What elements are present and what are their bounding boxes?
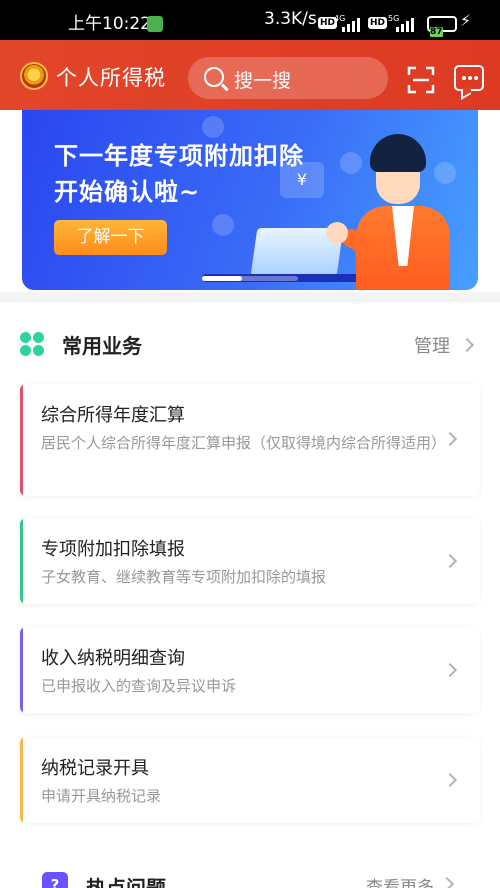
status-bar: 上午10:22 3.3K/s HD 4G HD 5G 87 ⚡ xyxy=(0,0,500,40)
search-bar[interactable]: 搜一搜 xyxy=(188,57,388,99)
app-notification-icon xyxy=(147,16,163,32)
charging-icon: ⚡ xyxy=(460,11,472,30)
chevron-right-icon xyxy=(442,772,458,788)
signal-icon-2 xyxy=(396,14,414,32)
card-title: 专项附加扣除填报 xyxy=(41,539,185,560)
view-more-link[interactable]: 查看更多 xyxy=(366,873,434,888)
service-card-tax-record[interactable]: 纳税记录开具 申请开具纳税记录 xyxy=(20,737,480,823)
clover-icon xyxy=(20,332,44,356)
card-accent xyxy=(20,627,23,713)
chevron-right-icon[interactable] xyxy=(459,337,475,353)
banner-line-2: 开始确认啦~ xyxy=(54,178,201,206)
app-header: 个人所得税 搜一搜 xyxy=(0,40,500,110)
card-title: 综合所得年度汇算 xyxy=(41,405,185,426)
network-speed: 3.3K/s xyxy=(264,9,317,29)
decor-bubble xyxy=(202,116,224,138)
signal-icon xyxy=(342,14,360,32)
promo-banner[interactable]: 下一年度专项附加扣除 开始确认啦~ 了解一下 ¥ xyxy=(22,110,478,290)
manage-link[interactable]: 管理 xyxy=(414,332,450,358)
tax-emblem-icon xyxy=(20,62,48,90)
decor-bubble xyxy=(212,214,234,236)
card-description: 申请开具纳税记录 xyxy=(41,787,162,805)
card-description: 子女教育、继续教育等专项附加扣除的填报 xyxy=(41,568,327,586)
service-card-income-query[interactable]: 收入纳税明细查询 已申报收入的查询及异议申诉 xyxy=(20,627,480,713)
banner-line-1: 下一年度专项附加扣除 xyxy=(54,142,304,170)
carousel-indicator xyxy=(202,276,298,281)
chevron-right-icon xyxy=(442,662,458,678)
service-card-special-deduction[interactable]: 专项附加扣除填报 子女教育、继续教育等专项附加扣除的填报 xyxy=(20,518,480,604)
app-title: 个人所得税 xyxy=(56,66,166,90)
search-placeholder: 搜一搜 xyxy=(234,70,292,92)
hot-questions-title: 热点问题 xyxy=(86,876,166,888)
card-title: 收入纳税明细查询 xyxy=(41,648,185,669)
person-illustration xyxy=(326,134,450,290)
question-icon: ? xyxy=(42,872,68,888)
scan-icon[interactable] xyxy=(407,66,435,94)
search-icon xyxy=(204,67,224,87)
card-title: 纳税记录开具 xyxy=(41,758,149,779)
service-card-annual-settlement[interactable]: 综合所得年度汇算 居民个人综合所得年度汇算申报（仅取得境内综合所得适用） xyxy=(20,384,480,496)
chevron-right-icon[interactable] xyxy=(439,876,455,888)
chevron-right-icon xyxy=(442,553,458,569)
learn-more-button[interactable]: 了解一下 xyxy=(54,220,167,255)
banner-headline: 下一年度专项附加扣除 开始确认啦~ xyxy=(54,138,304,210)
card-accent xyxy=(20,384,23,496)
message-icon[interactable] xyxy=(454,65,484,91)
house-yuan-icon: ¥ xyxy=(280,162,324,198)
battery-icon: 87 xyxy=(427,16,457,37)
section-divider xyxy=(0,292,500,302)
card-description: 居民个人综合所得年度汇算申报（仅取得境内综合所得适用） xyxy=(41,434,447,452)
card-accent xyxy=(20,737,23,823)
hot-questions-header: ? 热点问题 查看更多 xyxy=(0,866,500,888)
card-accent xyxy=(20,518,23,604)
section-title: 常用业务 xyxy=(62,334,142,358)
card-description: 已申报收入的查询及异议申诉 xyxy=(41,677,237,695)
common-services-header: 常用业务 管理 xyxy=(0,320,500,366)
hd-icon-2: HD xyxy=(368,17,388,29)
status-time: 上午10:22 xyxy=(68,14,151,34)
battery-level: 87 xyxy=(430,27,443,37)
